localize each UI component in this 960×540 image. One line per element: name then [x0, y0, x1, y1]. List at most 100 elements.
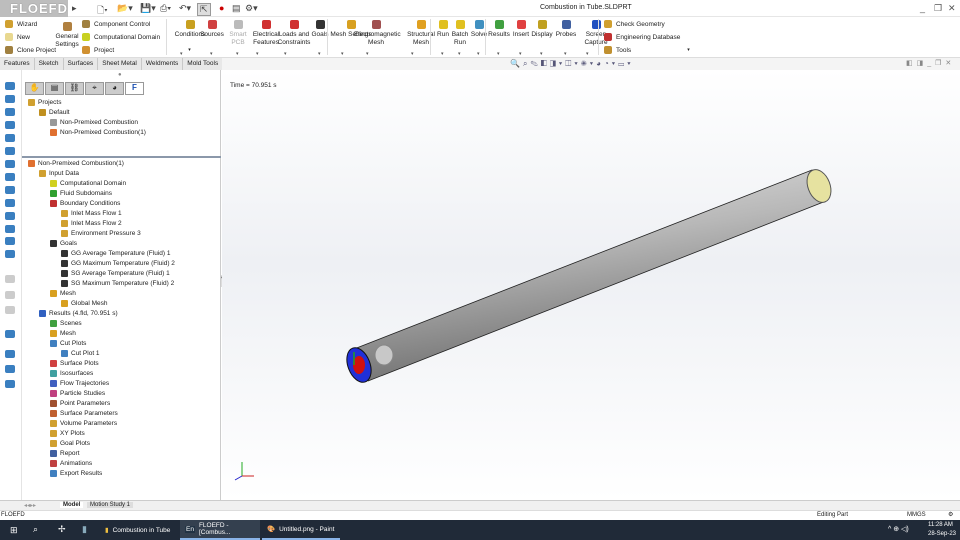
flow-analysis-tab[interactable]: F	[125, 82, 144, 95]
tree-item[interactable]: Non-Premixed Combustion(1)	[50, 127, 146, 137]
expand-arrow-icon[interactable]: ▸	[72, 3, 77, 14]
tree-item[interactable]: Input Data	[39, 168, 79, 178]
view-tools-icons[interactable]: 🔍⌕✎◧◨▾◫▾✺▾◕◔▾▭▾	[510, 59, 634, 69]
tool-strip-icon[interactable]	[5, 173, 15, 181]
tree-item[interactable]: GG Average Temperature (Fluid) 1	[61, 248, 170, 258]
tab-motion-study[interactable]: Motion Study 1	[87, 502, 134, 508]
tree-item[interactable]: Volume Parameters	[50, 418, 117, 428]
tool-strip-icon[interactable]	[5, 160, 15, 168]
undo-icon[interactable]: ↶▾	[179, 3, 191, 14]
tree-item[interactable]: Inlet Mass Flow 1	[61, 208, 122, 218]
units-selector[interactable]: MMGS	[907, 512, 926, 518]
print-icon[interactable]: ⎙▾	[160, 3, 171, 14]
dropdown-arrow-icon[interactable]: ▾	[477, 51, 480, 57]
tool-strip-icon[interactable]	[5, 82, 15, 90]
tree-item[interactable]: Flow Trajectories	[50, 378, 109, 388]
dropdown-arrow-icon[interactable]: ▾	[586, 51, 589, 57]
tree-item[interactable]: Boundary Conditions	[50, 198, 120, 208]
display-manager-tab[interactable]: ◕	[105, 82, 124, 95]
viewport-window-controls[interactable]: ◧◨_❐✕	[906, 59, 955, 67]
taskbar-paint[interactable]: 🎨 Untitled.png - Paint	[262, 520, 340, 540]
project-button[interactable]: Project ▾	[82, 46, 191, 54]
tree-item[interactable]: Non-Premixed Combustion	[50, 117, 138, 127]
tab-surfaces[interactable]: Surfaces	[64, 58, 99, 70]
tool-strip-icon[interactable]	[5, 250, 15, 258]
dropdown-arrow-icon[interactable]: ▾	[236, 51, 239, 57]
dropdown-arrow-icon[interactable]: ▾	[256, 51, 259, 57]
configuration-manager-tab[interactable]: ⛓	[65, 82, 84, 95]
tool-strip-icon[interactable]	[5, 330, 15, 338]
dropdown-arrow-icon[interactable]: ▾	[458, 51, 461, 57]
tray-icons[interactable]: ^ ⊕ ◁)	[888, 525, 909, 533]
tab-mold-tools[interactable]: Mold Tools	[183, 58, 224, 70]
tool-strip-icon[interactable]	[5, 291, 15, 299]
tree-item[interactable]: Surface Plots	[50, 358, 99, 368]
ribbon-button-electromagnetic-mesh[interactable]: Electromagnetic Mesh	[354, 20, 401, 47]
tree-item[interactable]: Export Results	[50, 468, 102, 478]
tool-strip-icon[interactable]	[5, 350, 15, 358]
dimxpert-tab[interactable]: ⌖	[85, 82, 104, 95]
file-properties-icon[interactable]: ▤	[232, 3, 241, 14]
options-gear-icon[interactable]: ⚙▾	[245, 3, 258, 14]
dropdown-arrow-icon[interactable]: ▾	[318, 51, 321, 57]
dropdown-arrow-icon[interactable]: ▾	[210, 51, 213, 57]
dropdown-arrow-icon[interactable]: ▾	[540, 51, 543, 57]
dropdown-arrow-icon[interactable]: ▾	[564, 51, 567, 57]
feature-manager-tab[interactable]: ✋	[25, 82, 44, 95]
tree-item[interactable]: Particle Studies	[50, 388, 105, 398]
tool-strip-icon[interactable]	[5, 237, 15, 245]
floefd-logo[interactable]: FLOEFD	[0, 0, 68, 17]
restore-icon[interactable]: ❐	[934, 3, 942, 14]
tree-item[interactable]: Fluid Subdomains	[50, 188, 112, 198]
dropdown-arrow-icon[interactable]: ▾	[519, 51, 522, 57]
tube-model[interactable]	[222, 70, 960, 500]
tree-item[interactable]: SG Average Temperature (Fluid) 1	[61, 268, 170, 278]
tree-item[interactable]: Mesh	[50, 288, 76, 298]
tree-item[interactable]: Point Parameters	[50, 398, 110, 408]
tools-button[interactable]: Tools ▾	[604, 46, 690, 54]
tool-strip-icon[interactable]	[5, 380, 15, 388]
tab-sheet-metal[interactable]: Sheet Metal	[98, 58, 142, 70]
traffic-light-icon[interactable]: ●	[219, 3, 224, 13]
dropdown-arrow-icon[interactable]: ▾	[497, 51, 500, 57]
tree-item[interactable]: XY Plots	[50, 428, 85, 438]
general-settings-button[interactable]: General Settings	[55, 22, 79, 49]
dropdown-arrow-icon[interactable]: ▾	[180, 51, 183, 57]
tree-item[interactable]: Computational Domain	[50, 178, 126, 188]
search-icon[interactable]: ⌕	[33, 524, 38, 535]
engineering-database-button[interactable]: Engineering Database	[604, 33, 680, 41]
notepad-icon[interactable]: ▮	[82, 524, 87, 535]
tree-item[interactable]: Report	[50, 448, 80, 458]
property-manager-tab[interactable]: ▤	[45, 82, 64, 95]
tree-item[interactable]: GG Maximum Temperature (Fluid) 2	[61, 258, 175, 268]
tool-strip-icon[interactable]	[5, 186, 15, 194]
component-control-button[interactable]: Component Control	[82, 20, 150, 28]
tab-weldments[interactable]: Weldments	[142, 58, 184, 70]
tool-strip-icon[interactable]	[5, 275, 15, 283]
tree-item[interactable]: Projects	[28, 97, 61, 107]
tab-model[interactable]: Model	[60, 502, 84, 508]
tool-strip-icon[interactable]	[5, 212, 15, 220]
tree-item[interactable]: Goals	[50, 238, 77, 248]
fan-icon[interactable]: ✢	[58, 524, 66, 535]
tree-item[interactable]: Cut Plots	[50, 338, 86, 348]
tool-strip-icon[interactable]	[5, 121, 15, 129]
select-icon[interactable]: ⇱	[197, 3, 211, 16]
tool-strip-icon[interactable]	[5, 365, 15, 373]
tree-item[interactable]: Non-Premixed Combustion(1)	[28, 158, 124, 168]
wizard-button[interactable]: Wizard	[5, 20, 37, 28]
tree-item[interactable]: Animations	[50, 458, 92, 468]
clone-project-button[interactable]: Clone Project	[5, 46, 56, 54]
tree-item[interactable]: Default	[39, 107, 70, 117]
tree-item[interactable]: Global Mesh	[61, 298, 108, 308]
dropdown-arrow-icon[interactable]: ▾	[341, 51, 344, 57]
panel-handle[interactable]: ●	[118, 72, 122, 78]
tree-item[interactable]: Isosurfaces	[50, 368, 93, 378]
tool-strip-icon[interactable]	[5, 108, 15, 116]
tree-item[interactable]: Mesh	[50, 328, 76, 338]
help-icon[interactable]: ⚙	[948, 511, 953, 518]
graphics-area[interactable]: Time = 70.951 s	[222, 70, 960, 500]
tree-item[interactable]: Inlet Mass Flow 2	[61, 218, 122, 228]
open-icon[interactable]: 📂▾	[117, 3, 133, 14]
dropdown-arrow-icon[interactable]: ▾	[366, 51, 369, 57]
